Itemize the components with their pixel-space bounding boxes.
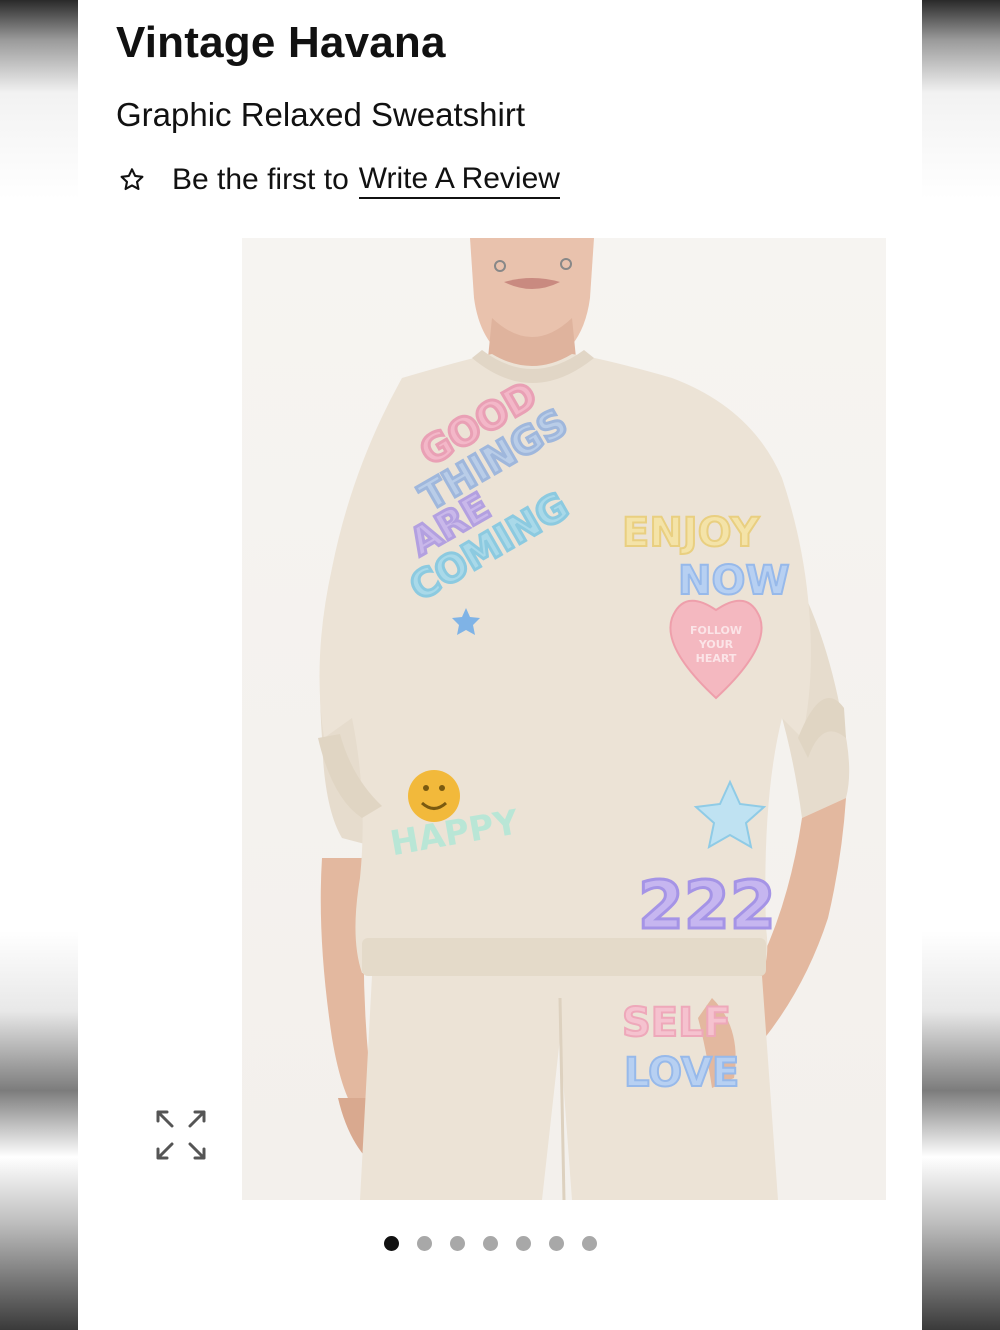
sweatshirt-photo: GOOD THINGS ARE COMING ENJOY NOW FOLLOW … bbox=[318, 238, 850, 1200]
graphic-enjoy: ENJOY bbox=[622, 510, 760, 556]
carousel-dot-4[interactable] bbox=[483, 1236, 498, 1251]
carousel-dot-5[interactable] bbox=[516, 1236, 531, 1251]
graphic-222: 222 bbox=[638, 867, 776, 944]
graphic-now: NOW bbox=[678, 558, 790, 604]
write-review-link[interactable]: Write A Review bbox=[358, 162, 560, 199]
expand-icon[interactable] bbox=[154, 1108, 208, 1162]
star-outline-icon bbox=[120, 168, 144, 191]
product-image[interactable]: GOOD THINGS ARE COMING ENJOY NOW FOLLOW … bbox=[242, 238, 886, 1200]
brand-name[interactable]: Vintage Havana bbox=[116, 18, 446, 68]
graphic-self: SELF bbox=[622, 1000, 731, 1046]
product-title: Graphic Relaxed Sweatshirt bbox=[116, 96, 526, 133]
carousel-dot-3[interactable] bbox=[450, 1236, 465, 1251]
graphic-heart: HEART bbox=[696, 652, 737, 665]
carousel-dots bbox=[384, 1236, 597, 1251]
carousel-dot-7[interactable] bbox=[582, 1236, 597, 1251]
carousel-dot-6[interactable] bbox=[549, 1236, 564, 1251]
graphic-your: YOUR bbox=[698, 638, 734, 651]
graphic-love: LOVE bbox=[624, 1050, 739, 1096]
graphic-follow: FOLLOW bbox=[690, 624, 742, 637]
carousel-dot-2[interactable] bbox=[417, 1236, 432, 1251]
backdrop-right bbox=[922, 0, 1000, 1330]
product-page: Vintage Havana Graphic Relaxed Sweatshir… bbox=[78, 0, 922, 1330]
review-prompt: Be the first to bbox=[172, 163, 349, 196]
review-row: Be the first to Write A Review bbox=[118, 160, 560, 200]
backdrop-left bbox=[0, 0, 78, 1330]
carousel-dot-1[interactable] bbox=[384, 1236, 399, 1251]
